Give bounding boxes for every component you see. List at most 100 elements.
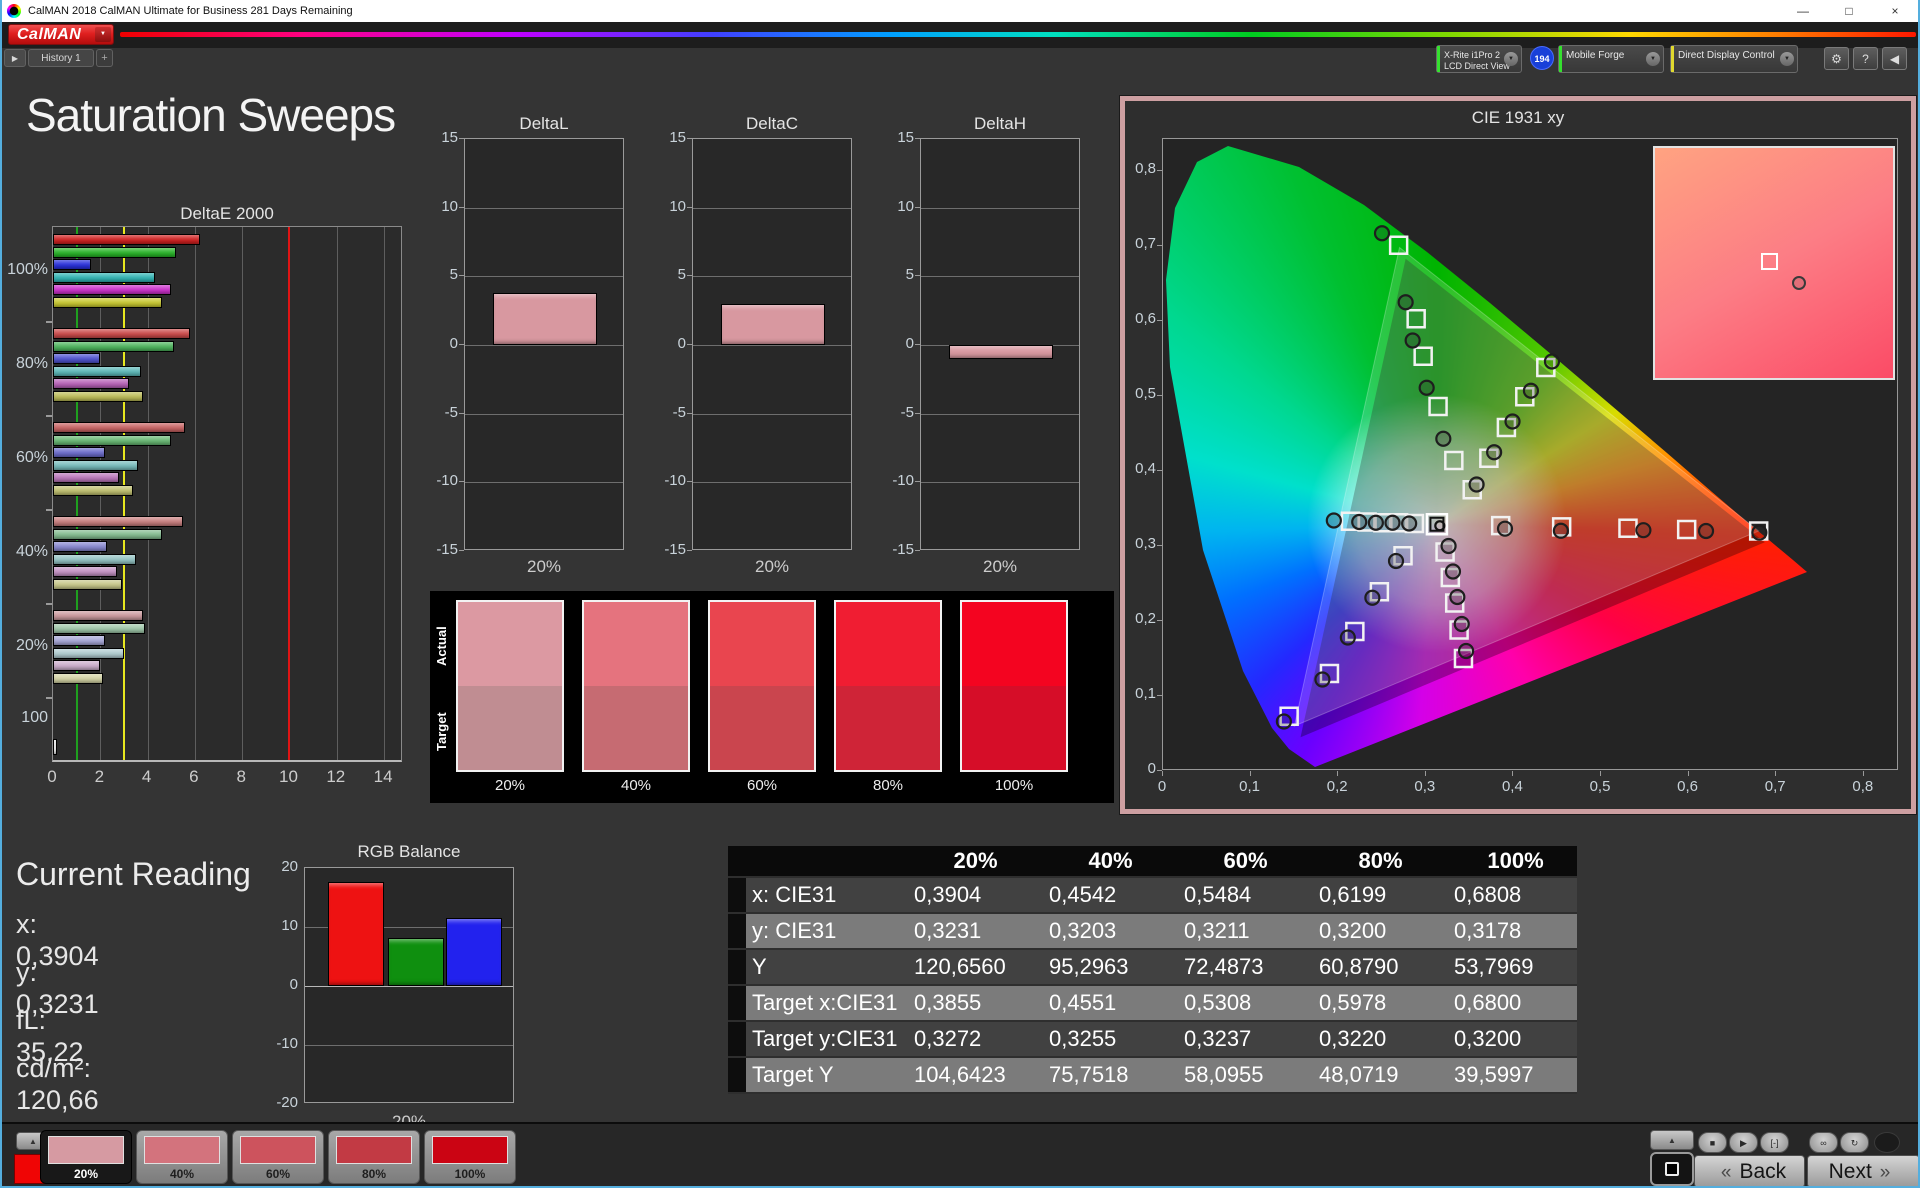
swatch-target [836,686,940,770]
title-bar: CalMAN 2018 CalMAN Ultimate for Business… [2,0,1918,22]
patch-button-label: 40% [169,1167,195,1181]
delta-gridline [693,345,851,346]
yellow-measured-marker [1468,476,1485,493]
deltae-bar [53,328,191,339]
chevrons-left-icon: « [1720,1162,1732,1183]
deltae-bar [53,259,91,270]
deltae-bar [53,739,57,755]
delta-tick-label: 0 [677,335,686,352]
row-label: Target x:CIE31 [746,985,902,1022]
deltae-bar [53,528,162,540]
play-button[interactable]: ▶ [1729,1132,1758,1153]
deltae-bar [53,296,162,308]
table-cell: 0,4542 [1037,877,1172,914]
source-dropdown[interactable]: Mobile Forge ▼ [1558,45,1664,73]
next-button-label: Next [1828,1160,1872,1183]
patch-button-100[interactable]: 100% [424,1130,516,1184]
patch-chip [336,1136,412,1164]
table-cell: 0,6800 [1442,985,1577,1022]
cie-xtick [1424,771,1426,776]
minimize-button[interactable]: — [1780,0,1826,22]
table-cell: 0,3237 [1172,1021,1307,1058]
help-button[interactable]: ? [1853,47,1878,70]
rgb-balance-plot-area [304,867,514,1103]
delta-tick-label: 15 [441,129,458,146]
patch-button-40[interactable]: 40% [136,1130,228,1184]
delta-tick-label: 5 [449,266,458,284]
delta-axis-tick [687,412,692,414]
back-button[interactable]: « Back [1694,1155,1805,1186]
cyan-measured-marker [1401,515,1418,532]
calman-menu-button[interactable]: CalMAN ▼ [8,24,114,45]
cyan-measured-marker [1325,512,1342,529]
deltae-axis-number: 4 [141,767,152,786]
deltae-group-label: 60% [15,449,48,466]
rgb-tick-label: 20 [281,858,298,875]
cyan-measured-marker [1351,513,1368,531]
cie-ytick-label: 0,2 [1135,610,1156,627]
cie-ytick [1157,695,1162,696]
chevron-down-icon: ▼ [1646,52,1660,66]
transport-popup-button[interactable]: ▲ [1650,1130,1694,1150]
display-control-dropdown[interactable]: Direct Display Control ▼ [1670,45,1798,73]
delta-xaxis-label: 20% [982,557,1018,576]
table-column-header: 40% [1037,846,1172,878]
table-cell: 0,5308 [1172,985,1307,1022]
current-reading-cdm: cd/m²: 120,66 [16,1053,99,1115]
settings-button[interactable]: ⚙ [1824,47,1849,70]
tab-scroll-button[interactable]: ▶ [4,49,26,67]
deltae-gridline [242,227,244,760]
table-cell: 75,7518 [1037,1057,1172,1094]
cie-xtick [1249,771,1251,776]
patch-button-80[interactable]: 80% [328,1130,420,1184]
stop-button[interactable]: ■ [1698,1132,1727,1153]
deltae-bar [53,284,172,295]
table-row: Y 120,6560 95,2963 72,4873 60,8790 53,7969 [728,949,1577,986]
deltae-axis-tick [46,509,52,511]
status-light [1874,1132,1900,1153]
table-row: Target y:CIE31 0,3272 0,3255 0,3237 0,3220 0,… [728,1021,1577,1058]
patch-button-20[interactable]: 20% [40,1130,132,1184]
collapse-panel-button[interactable]: ◀ [1882,47,1907,70]
delta-bar [721,303,825,345]
cie-ytick [1157,320,1162,321]
meter-status-bar [1437,46,1440,72]
deltae-bar [53,622,146,634]
rgb-balance-title: RGB Balance [357,842,461,861]
delta-gridline [693,482,851,484]
table-cell: 53,7969 [1442,949,1577,986]
pattern-window-button[interactable] [1650,1152,1694,1186]
maximize-button[interactable]: □ [1826,0,1872,22]
green-measured-marker [1404,332,1421,349]
meter-count-badge: 194 [1530,46,1554,70]
cie-xtick-label: 0,1 [1239,778,1261,795]
green-measured-marker [1418,379,1435,396]
app-icon [7,4,21,18]
swatch-label: 60% [746,777,778,794]
cie-xtick-label: 0,5 [1589,778,1611,795]
add-tab-button[interactable]: + [96,49,113,67]
table-row: x: CIE31 0,3904 0,4542 0,5484 0,6199 0,6808 [728,877,1577,914]
meter-dropdown[interactable]: X-Rite i1Pro 2 LCD Direct View ▼ [1436,45,1522,73]
pattern-control-bar: ▲ ▲ « Back Next » 20% 40% 60% 80% 100% ■ ▶ [-] ∞ ↻ [2,1122,1918,1186]
patch-button-60[interactable]: 60% [232,1130,324,1184]
refresh-button[interactable]: ↻ [1840,1132,1869,1153]
cyan-measured-marker [1367,514,1384,531]
close-button[interactable]: × [1872,0,1918,22]
cie-xtick-label: 0 [1157,778,1167,795]
continuous-measure-button[interactable]: ∞ [1809,1132,1838,1153]
tab-history-1[interactable]: History 1 [28,49,94,67]
deltae-bar [53,340,174,352]
cie-zoom-inset [1653,146,1895,380]
next-button[interactable]: Next » [1807,1155,1918,1186]
table-column-header: 60% [1172,846,1307,878]
table-cell: 0,3200 [1442,1021,1577,1058]
single-measure-button[interactable]: [-] [1760,1132,1789,1153]
meter-mode: LCD Direct View [1444,61,1510,71]
rgb-gridline [305,1045,513,1046]
magenta-measured-marker [1444,563,1462,580]
delta-axis-tick [687,206,692,208]
patch-chip [240,1136,316,1164]
deltae-bar [53,484,134,496]
deltae-gridline [384,227,386,760]
